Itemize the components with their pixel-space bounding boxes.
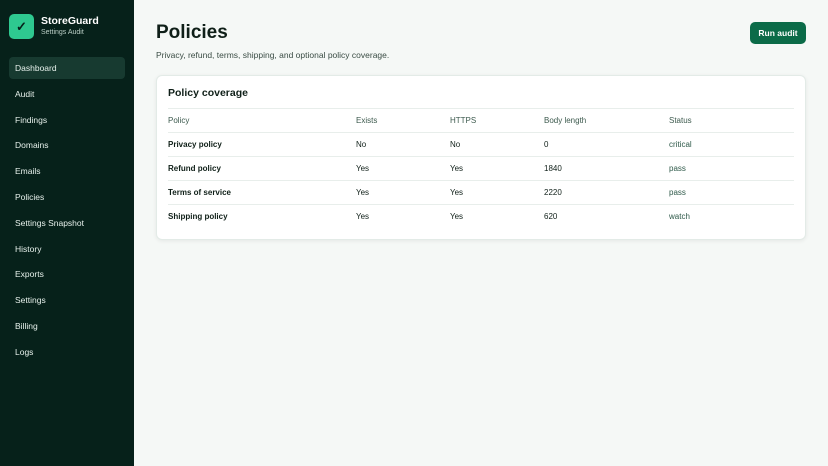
cell-https: Yes (450, 212, 464, 222)
sidebar-item-dashboard[interactable]: Dashboard (9, 57, 125, 79)
table-header-row: Policy Exists HTTPS Body length Status (168, 108, 794, 133)
page-subtitle: Privacy, refund, terms, shipping, and op… (156, 50, 390, 60)
brand[interactable]: ✓ StoreGuard Settings Audit (9, 14, 125, 39)
cell-https: Yes (450, 156, 544, 181)
cell-policy: Refund policy (168, 156, 356, 181)
cell-status: pass (669, 156, 794, 181)
cell-policy: Privacy policy (168, 132, 356, 157)
sidebar-item-history[interactable]: History (9, 238, 125, 260)
cell-body-length: 2220 (544, 180, 669, 205)
table-row: Shipping policy Yes Yes 620 watch (168, 205, 794, 229)
cell-exists: Yes (356, 212, 370, 222)
page-header: Policies Privacy, refund, terms, shippin… (156, 22, 806, 60)
column-header-exists: Exists (356, 108, 450, 133)
policy-table: Policy Exists HTTPS Body length Status P… (168, 108, 794, 229)
cell-body-length: 620 (544, 212, 558, 222)
column-header-body-length: Body length (544, 108, 669, 133)
cell-exists: No (356, 132, 450, 157)
cell-exists: Yes (356, 180, 450, 205)
sidebar-item-audit[interactable]: Audit (9, 83, 125, 105)
cell-body-length: 0 (544, 132, 669, 157)
policy-coverage-card: Policy coverage Policy Exists HTTPS Body… (156, 75, 806, 240)
card-title: Policy coverage (168, 87, 248, 99)
sidebar-item-logs[interactable]: Logs (9, 341, 125, 363)
cell-policy: Shipping policy (168, 212, 228, 222)
sidebar-item-findings[interactable]: Findings (9, 109, 125, 131)
sidebar-item-settings-snapshot[interactable]: Settings Snapshot (9, 212, 125, 234)
sidebar: ✓ StoreGuard Settings Audit Dashboard Au… (0, 0, 134, 466)
brand-text: StoreGuard Settings Audit (41, 16, 99, 36)
brand-subtitle: Settings Audit (41, 28, 84, 36)
brand-name: StoreGuard (41, 15, 99, 28)
table-row: Terms of service Yes Yes 2220 pass (168, 180, 794, 205)
run-audit-button[interactable]: Run audit (750, 22, 806, 44)
cell-policy: Terms of service (168, 180, 356, 205)
sidebar-item-domains[interactable]: Domains (9, 134, 125, 156)
table-row: Refund policy Yes Yes 1840 pass (168, 156, 794, 181)
cell-https: Yes (450, 180, 544, 205)
main-content: Policies Privacy, refund, terms, shippin… (134, 0, 828, 466)
sidebar-nav: Dashboard Audit Findings Domains Emails … (9, 57, 125, 367)
page-title: Policies (156, 22, 228, 43)
cell-status: watch (669, 212, 690, 222)
sidebar-item-settings[interactable]: Settings (9, 289, 125, 311)
cell-body-length: 1840 (544, 156, 669, 181)
check-icon: ✓ (9, 14, 34, 39)
sidebar-item-exports[interactable]: Exports (9, 263, 125, 285)
cell-exists: Yes (356, 156, 450, 181)
column-header-status: Status (669, 108, 794, 133)
cell-status: pass (669, 180, 794, 205)
column-header-https: HTTPS (450, 108, 544, 133)
table-row: Privacy policy No No 0 critical (168, 132, 794, 157)
page-heading: Policies Privacy, refund, terms, shippin… (156, 22, 389, 60)
cell-status: critical (669, 132, 794, 157)
sidebar-item-policies[interactable]: Policies (9, 186, 125, 208)
column-header-policy: Policy (168, 108, 356, 133)
sidebar-item-emails[interactable]: Emails (9, 160, 125, 182)
sidebar-item-billing[interactable]: Billing (9, 315, 125, 337)
cell-https: No (450, 132, 544, 157)
